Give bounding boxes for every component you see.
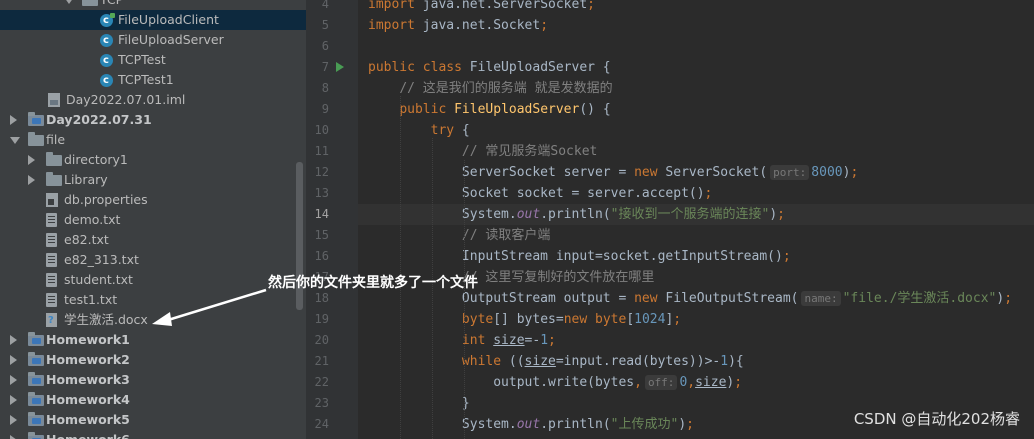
watermark: CSDN @自动化202杨睿 (853, 410, 1020, 428)
annotation-text: 然后你的文件夹里就多了一个文件 (268, 275, 478, 291)
annotation-arrow (152, 288, 267, 326)
